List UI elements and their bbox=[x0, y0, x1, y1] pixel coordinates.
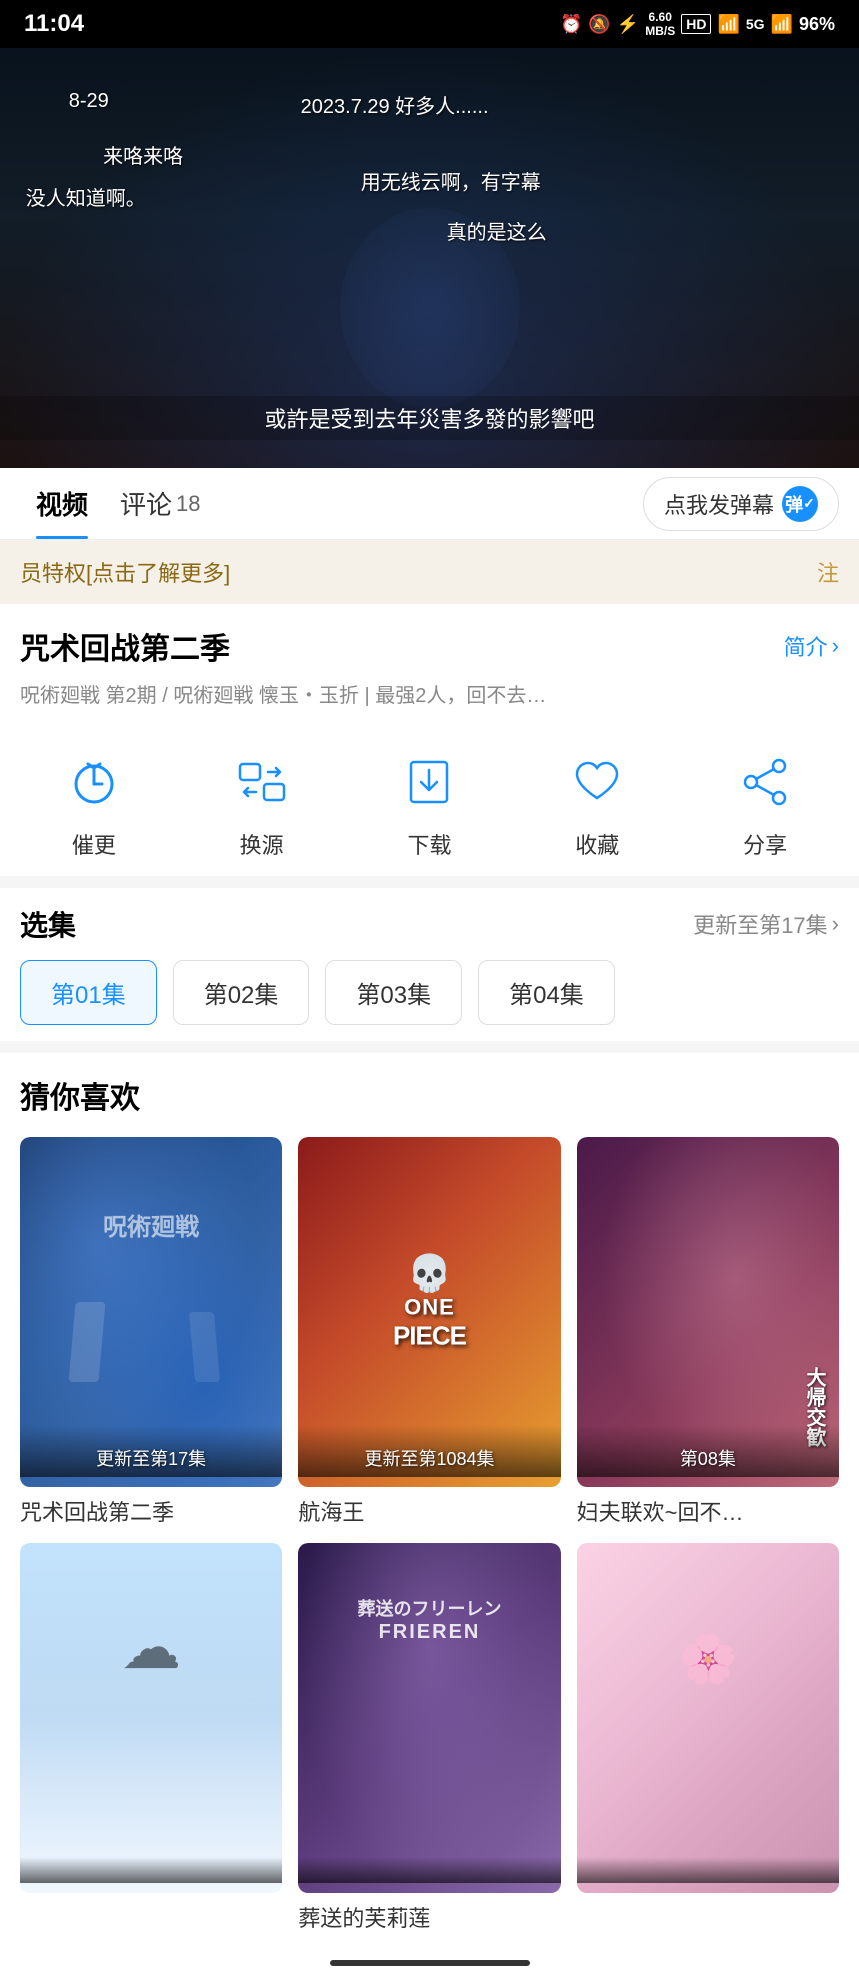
share-icon bbox=[729, 746, 801, 818]
fufu-badge: 第08集 bbox=[577, 1425, 839, 1477]
episode-03[interactable]: 第03集 bbox=[325, 960, 462, 1025]
mute-icon: 🔕 bbox=[588, 14, 610, 35]
favorite-label: 收藏 bbox=[575, 828, 619, 860]
jujutsu-title: 咒术回战第二季 bbox=[20, 1495, 282, 1527]
content-tabs: 视频 评论 18 点我发弹幕 弹 ✓ bbox=[0, 468, 859, 540]
chevron-right-icon: › bbox=[832, 633, 839, 659]
tab-comments[interactable]: 评论 18 bbox=[104, 468, 217, 539]
danmu-icon: 弹 ✓ bbox=[782, 486, 818, 522]
sakura-badge bbox=[577, 1857, 839, 1883]
card-thumbnail: 🌸 bbox=[577, 1543, 839, 1893]
frieren-title: 葬送的芙莉莲 bbox=[298, 1901, 560, 1933]
member-banner[interactable]: 员特权[点击了解更多] 注 bbox=[0, 540, 859, 604]
recommend-card-sky[interactable]: ☁ bbox=[20, 1543, 282, 1933]
onepiece-badge: 更新至第1084集 bbox=[298, 1425, 560, 1477]
video-info-section: 咒术回战第二季 简介 › 呪術廻戦 第2期 / 呪術廻戦 懐玉・玉折 | 最强2… bbox=[0, 604, 859, 722]
episode-01[interactable]: 第01集 bbox=[20, 960, 157, 1025]
recommend-card-sakura[interactable]: 🌸 bbox=[577, 1543, 839, 1933]
card-thumbnail: 呪術廻戦 更新至第17集 bbox=[20, 1137, 282, 1487]
bluetooth-icon: ⚡ bbox=[617, 14, 639, 35]
intro-button[interactable]: 简介 › bbox=[784, 630, 839, 662]
action-share[interactable]: 分享 bbox=[729, 746, 801, 860]
episode-list: 第01集 第02集 第03集 第04集 bbox=[20, 960, 839, 1025]
card-thumbnail: ☁ bbox=[20, 1543, 282, 1893]
member-banner-right: 注 bbox=[817, 556, 839, 588]
comment-count: 18 bbox=[176, 491, 200, 517]
action-favorite[interactable]: 收藏 bbox=[561, 746, 633, 860]
video-title: 咒术回战第二季 bbox=[20, 624, 230, 668]
episode-02[interactable]: 第02集 bbox=[173, 960, 310, 1025]
recommend-card-jujutsu[interactable]: 呪術廻戦 更新至第17集 咒术回战第二季 bbox=[20, 1137, 282, 1527]
heart-icon bbox=[561, 746, 633, 818]
home-indicator bbox=[330, 1960, 530, 1966]
status-icons: ⏰ 🔕 ⚡ 6.60 MB/S HD 📶 5G 📶 96% bbox=[560, 10, 835, 39]
action-download[interactable]: 下载 bbox=[393, 746, 465, 860]
video-player[interactable]: 8-29 2023.7.29 好多人...... 来咯来咯 没人知道啊。 用无线… bbox=[0, 48, 859, 468]
clock-icon bbox=[58, 746, 130, 818]
bottom-bar bbox=[0, 1943, 859, 1983]
jujutsu-badge: 更新至第17集 bbox=[20, 1425, 282, 1477]
download-icon bbox=[393, 746, 465, 818]
video-title-row: 咒术回战第二季 简介 › bbox=[20, 624, 839, 668]
onepiece-title: 航海王 bbox=[298, 1495, 560, 1527]
video-description: 呪術廻戦 第2期 / 呪術廻戦 懐玉・玉折 | 最强2人，回不去… bbox=[20, 680, 839, 712]
tab-video[interactable]: 视频 bbox=[20, 468, 104, 539]
episode-section: 选集 更新至第17集 › 第01集 第02集 第03集 第04集 bbox=[0, 888, 859, 1041]
episode-more-button[interactable]: 更新至第17集 › bbox=[693, 908, 839, 940]
switch-icon bbox=[226, 746, 298, 818]
fufu-title: 妇夫联欢~回不… bbox=[577, 1495, 839, 1527]
episode-04[interactable]: 第04集 bbox=[478, 960, 615, 1025]
frieren-badge bbox=[298, 1857, 560, 1883]
card-thumbnail: 💀 ONE PIECE 更新至第1084集 bbox=[298, 1137, 560, 1487]
share-label: 分享 bbox=[743, 828, 787, 860]
alarm-icon: ⏰ bbox=[560, 14, 582, 35]
danmu-button-label: 点我发弹幕 bbox=[664, 488, 774, 520]
sky-badge bbox=[20, 1857, 282, 1883]
section-divider bbox=[0, 876, 859, 888]
episode-header: 选集 更新至第17集 › bbox=[20, 904, 839, 944]
action-source[interactable]: 换源 bbox=[226, 746, 298, 860]
recommend-section: 猜你喜欢 呪術廻戦 更新至第17集 咒术回战第二季 💀 ONE PIECE bbox=[0, 1053, 859, 1933]
remind-label: 催更 bbox=[72, 828, 116, 860]
section-divider-2 bbox=[0, 1041, 859, 1053]
5g-icon: 5G bbox=[746, 16, 765, 32]
member-banner-text: 员特权[点击了解更多] bbox=[20, 556, 230, 588]
recommend-title: 猜你喜欢 bbox=[20, 1073, 839, 1117]
battery-indicator: 96% bbox=[799, 14, 835, 35]
action-buttons-row: 催更 换源 下载 收藏 bbox=[0, 722, 859, 876]
status-bar: 11:04 ⏰ 🔕 ⚡ 6.60 MB/S HD 📶 5G 📶 96% bbox=[0, 0, 859, 48]
danmu-button[interactable]: 点我发弹幕 弹 ✓ bbox=[643, 477, 839, 531]
episode-section-title: 选集 bbox=[20, 904, 76, 944]
chevron-right-icon: › bbox=[832, 911, 839, 937]
recommend-card-onepiece[interactable]: 💀 ONE PIECE 更新至第1084集 航海王 bbox=[298, 1137, 560, 1527]
source-label: 换源 bbox=[240, 828, 284, 860]
data-speed: 6.60 MB/S bbox=[645, 10, 675, 39]
wifi-icon: 📶 bbox=[717, 14, 739, 35]
hd-badge: HD bbox=[681, 14, 711, 34]
status-time: 11:04 bbox=[24, 10, 84, 38]
signal-icon: 📶 bbox=[771, 14, 793, 35]
card-thumbnail: 葬送のフリーレンFRIEREN bbox=[298, 1543, 560, 1893]
recommend-card-frieren[interactable]: 葬送のフリーレンFRIEREN 葬送的芙莉莲 bbox=[298, 1543, 560, 1933]
download-label: 下载 bbox=[407, 828, 451, 860]
video-subtitle: 或許是受到去年災害多發的影響吧 bbox=[0, 396, 859, 440]
action-remind[interactable]: 催更 bbox=[58, 746, 130, 860]
recommend-card-fufu[interactable]: 大帰交歓 第08集 妇夫联欢~回不… bbox=[577, 1137, 839, 1527]
recommend-grid: 呪術廻戦 更新至第17集 咒术回战第二季 💀 ONE PIECE 更新至第108… bbox=[20, 1137, 839, 1933]
card-thumbnail: 大帰交歓 第08集 bbox=[577, 1137, 839, 1487]
